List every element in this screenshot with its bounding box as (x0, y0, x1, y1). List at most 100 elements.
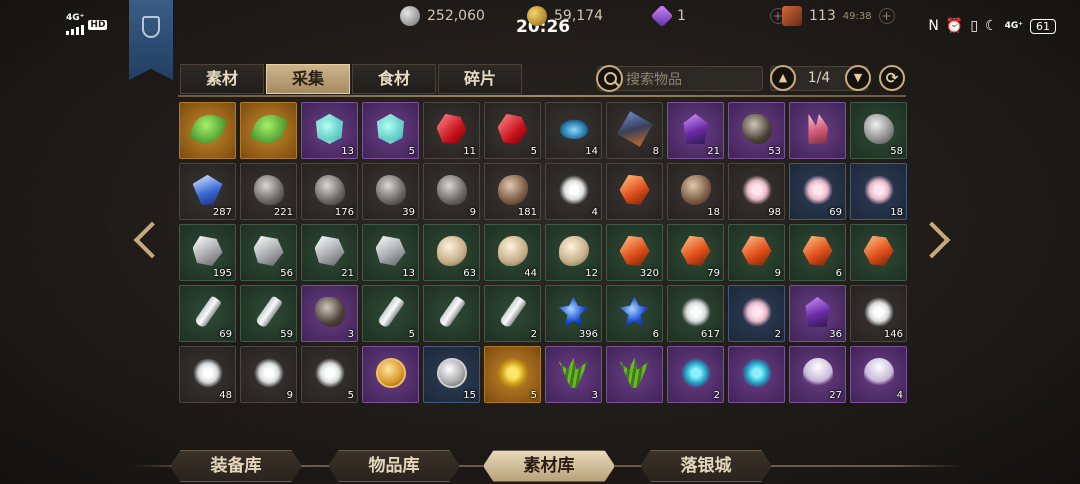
purple-gem-icon (650, 4, 674, 28)
item-slot[interactable] (423, 285, 480, 342)
item-slot[interactable] (179, 102, 236, 159)
add-stamina-button[interactable]: + (878, 8, 895, 24)
cyan-flower-icon (741, 357, 772, 388)
item-slot[interactable] (606, 346, 663, 403)
item-slot[interactable]: 2 (484, 285, 541, 342)
search-icon[interactable] (596, 65, 623, 92)
item-slot[interactable]: 5 (484, 102, 541, 159)
item-slot[interactable]: 4 (850, 346, 907, 403)
prev-arrow-icon[interactable] (130, 222, 154, 260)
item-slot[interactable]: 3 (301, 285, 358, 342)
next-arrow-icon[interactable] (926, 222, 950, 260)
item-slot[interactable]: 4 (545, 163, 602, 220)
item-slot[interactable] (240, 102, 297, 159)
item-slot[interactable]: 3 (545, 346, 602, 403)
item-slot[interactable]: 176 (301, 163, 358, 220)
item-slot[interactable]: 18 (667, 163, 724, 220)
item-slot[interactable]: 11 (423, 102, 480, 159)
search-input[interactable]: 搜索物品 (596, 65, 763, 92)
item-slot[interactable]: 39 (362, 163, 419, 220)
item-slot[interactable]: 48 (179, 346, 236, 403)
item-slot[interactable]: 5 (362, 285, 419, 342)
item-slot[interactable] (850, 224, 907, 281)
item-slot[interactable]: 195 (179, 224, 236, 281)
item-slot[interactable]: 5 (362, 102, 419, 159)
item-count: 176 (334, 207, 354, 218)
item-count: 13 (402, 268, 415, 279)
item-slot[interactable]: 15 (423, 346, 480, 403)
guild-banner[interactable] (129, 0, 173, 80)
item-slot[interactable]: 9 (423, 163, 480, 220)
item-slot[interactable]: 44 (484, 224, 541, 281)
bottom-tab-items[interactable]: 物品库 (328, 450, 460, 482)
page-prev-button[interactable]: ▲ (770, 65, 796, 91)
item-slot[interactable] (362, 346, 419, 403)
pink-salt-icon (741, 174, 772, 205)
item-slot[interactable]: 6 (789, 224, 846, 281)
bottom-tab-equipment[interactable]: 装备库 (170, 450, 302, 482)
item-slot[interactable]: 287 (179, 163, 236, 220)
item-slot[interactable]: 14 (545, 102, 602, 159)
pink-crystal-icon (808, 113, 828, 144)
vibrate-icon: ▯ (970, 18, 979, 34)
item-slot[interactable]: 98 (728, 163, 785, 220)
item-slot[interactable]: 21 (667, 102, 724, 159)
item-slot[interactable]: 12 (545, 224, 602, 281)
refresh-button[interactable]: ⟳ (879, 65, 905, 91)
item-slot[interactable]: 58 (850, 102, 907, 159)
item-slot[interactable]: 69 (179, 285, 236, 342)
bottle-icon (498, 295, 527, 329)
rune-gem-icon (316, 113, 343, 144)
signal-icon: 4G⁺ (66, 14, 84, 35)
item-slot[interactable]: 21 (301, 224, 358, 281)
item-slot[interactable]: 69 (789, 163, 846, 220)
item-slot[interactable]: 5 (301, 346, 358, 403)
item-slot[interactable]: 56 (240, 224, 297, 281)
item-slot[interactable]: 6 (606, 285, 663, 342)
network-type: 4G⁺ (66, 13, 85, 23)
item-slot[interactable]: 36 (789, 285, 846, 342)
cyan-flower-icon (680, 357, 711, 388)
tab-materials[interactable]: 素材 (180, 64, 264, 94)
item-count: 5 (347, 390, 354, 401)
item-slot[interactable]: 617 (667, 285, 724, 342)
status-right: Ν ⏰ ▯ ☾ 4G⁺ 61 (928, 18, 1056, 34)
item-slot[interactable]: 53 (728, 102, 785, 159)
tab-fragments[interactable]: 碎片 (438, 64, 522, 94)
item-slot[interactable]: 13 (301, 102, 358, 159)
item-slot[interactable]: 9 (728, 224, 785, 281)
item-slot[interactable]: 2 (667, 346, 724, 403)
item-slot[interactable]: 181 (484, 163, 541, 220)
item-slot[interactable] (606, 163, 663, 220)
item-slot[interactable]: 396 (545, 285, 602, 342)
item-count: 6 (835, 268, 842, 279)
item-slot[interactable]: 2 (728, 285, 785, 342)
currency-value: 59,174 (554, 8, 603, 24)
item-slot[interactable]: 9 (240, 346, 297, 403)
item-slot[interactable]: 79 (667, 224, 724, 281)
item-count: 5 (530, 390, 537, 401)
quartz-icon (253, 235, 284, 266)
ruby-icon (497, 113, 528, 144)
page-next-button[interactable]: ▼ (845, 65, 871, 91)
item-slot[interactable]: 63 (423, 224, 480, 281)
bottom-tab-city[interactable]: 落银城 (640, 450, 772, 482)
item-slot[interactable]: 59 (240, 285, 297, 342)
item-slot[interactable]: 13 (362, 224, 419, 281)
item-slot[interactable]: 320 (606, 224, 663, 281)
item-slot[interactable]: 5 (484, 346, 541, 403)
item-slot[interactable]: 27 (789, 346, 846, 403)
tab-gathering[interactable]: 采集 (266, 64, 350, 94)
item-count: 56 (280, 268, 293, 279)
gold-coin-icon (375, 357, 406, 388)
item-slot[interactable] (789, 102, 846, 159)
item-slot[interactable]: 146 (850, 285, 907, 342)
item-slot[interactable] (728, 346, 785, 403)
bottle-icon (254, 295, 283, 329)
tab-ingredients[interactable]: 食材 (352, 64, 436, 94)
item-slot[interactable]: 221 (240, 163, 297, 220)
item-slot[interactable]: 8 (606, 102, 663, 159)
item-slot[interactable]: 18 (850, 163, 907, 220)
bottom-tab-materials[interactable]: 素材库 (483, 450, 615, 482)
item-count: 5 (408, 146, 415, 157)
